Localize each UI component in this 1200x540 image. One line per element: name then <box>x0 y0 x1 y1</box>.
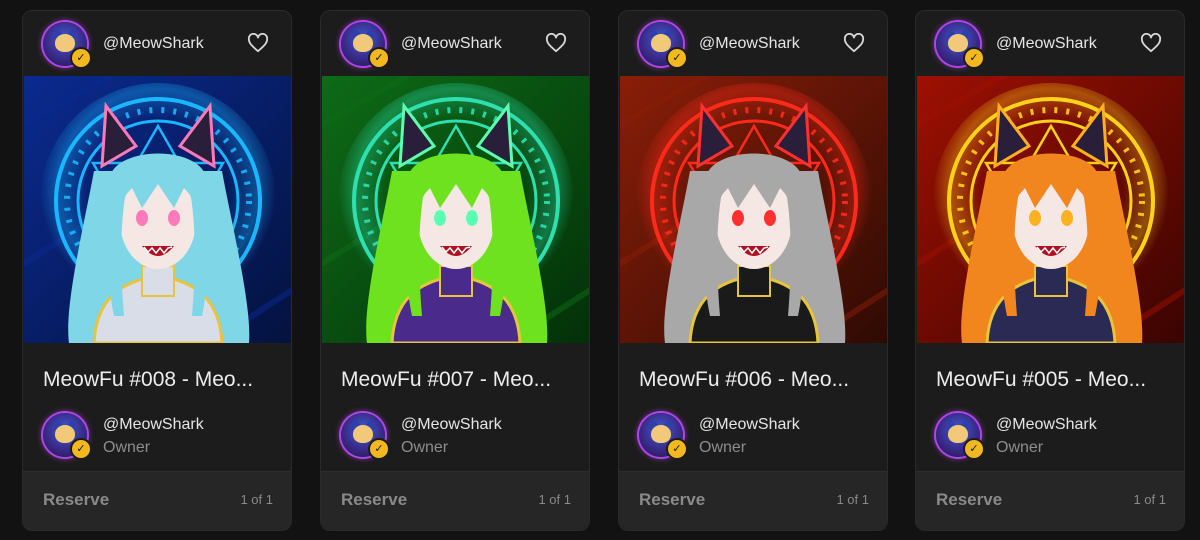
nft-title[interactable]: MeowFu #005 - Meo... <box>936 368 1166 392</box>
card-header: ✓ @MeowShark <box>916 11 1184 76</box>
owner-avatar[interactable]: ✓ <box>43 413 92 460</box>
creator-handle[interactable]: @MeowShark <box>103 35 204 53</box>
owner-handle[interactable]: @MeowShark <box>996 416 1097 434</box>
nft-card[interactable]: ✓ @MeowShark <box>618 10 888 531</box>
nft-artwork[interactable] <box>24 76 291 343</box>
heart-icon[interactable] <box>843 33 865 53</box>
edition-count: 1 of 1 <box>240 492 273 507</box>
nft-artwork[interactable] <box>917 76 1184 343</box>
verified-badge-icon: ✓ <box>666 438 688 460</box>
owner-handle[interactable]: @MeowShark <box>401 416 502 434</box>
verified-badge-icon: ✓ <box>70 438 92 460</box>
verified-badge-icon: ✓ <box>963 47 985 69</box>
creator-avatar[interactable]: ✓ <box>43 22 92 69</box>
owner-label: Owner <box>699 439 747 456</box>
nft-artwork[interactable] <box>620 76 887 343</box>
owner-avatar[interactable]: ✓ <box>639 413 688 460</box>
owner-avatar[interactable]: ✓ <box>341 413 390 460</box>
creator-avatar[interactable]: ✓ <box>639 22 688 69</box>
owner-handle[interactable]: @MeowShark <box>699 416 800 434</box>
card-header: ✓ @MeowShark <box>23 11 291 76</box>
nft-title[interactable]: MeowFu #008 - Meo... <box>43 368 273 392</box>
verified-badge-icon: ✓ <box>368 438 390 460</box>
edition-count: 1 of 1 <box>836 492 869 507</box>
reserve-button[interactable]: Reserve <box>43 490 109 510</box>
creator-avatar[interactable]: ✓ <box>341 22 390 69</box>
card-footer: Reserve 1 of 1 <box>321 471 589 530</box>
nft-card[interactable]: ✓ @MeowShark <box>22 10 292 531</box>
nft-card[interactable]: ✓ @MeowShark <box>320 10 590 531</box>
creator-avatar[interactable]: ✓ <box>936 22 985 69</box>
nft-card[interactable]: ✓ @MeowShark <box>915 10 1185 531</box>
verified-badge-icon: ✓ <box>666 47 688 69</box>
nft-artwork[interactable] <box>322 76 589 343</box>
card-footer: Reserve 1 of 1 <box>23 471 291 530</box>
verified-badge-icon: ✓ <box>368 47 390 69</box>
nft-title[interactable]: MeowFu #006 - Meo... <box>639 368 869 392</box>
reserve-button[interactable]: Reserve <box>341 490 407 510</box>
heart-icon[interactable] <box>247 33 269 53</box>
reserve-button[interactable]: Reserve <box>639 490 705 510</box>
creator-handle[interactable]: @MeowShark <box>996 35 1097 53</box>
edition-count: 1 of 1 <box>1133 492 1166 507</box>
creator-handle[interactable]: @MeowShark <box>699 35 800 53</box>
owner-handle[interactable]: @MeowShark <box>103 416 204 434</box>
card-footer: Reserve 1 of 1 <box>916 471 1184 530</box>
nft-title[interactable]: MeowFu #007 - Meo... <box>341 368 571 392</box>
card-header: ✓ @MeowShark <box>619 11 887 76</box>
owner-label: Owner <box>996 439 1044 456</box>
edition-count: 1 of 1 <box>538 492 571 507</box>
heart-icon[interactable] <box>545 33 567 53</box>
owner-label: Owner <box>401 439 449 456</box>
card-footer: Reserve 1 of 1 <box>619 471 887 530</box>
creator-handle[interactable]: @MeowShark <box>401 35 502 53</box>
reserve-button[interactable]: Reserve <box>936 490 1002 510</box>
card-header: ✓ @MeowShark <box>321 11 589 76</box>
heart-icon[interactable] <box>1140 33 1162 53</box>
verified-badge-icon: ✓ <box>963 438 985 460</box>
verified-badge-icon: ✓ <box>70 47 92 69</box>
owner-avatar[interactable]: ✓ <box>936 413 985 460</box>
owner-label: Owner <box>103 439 151 456</box>
